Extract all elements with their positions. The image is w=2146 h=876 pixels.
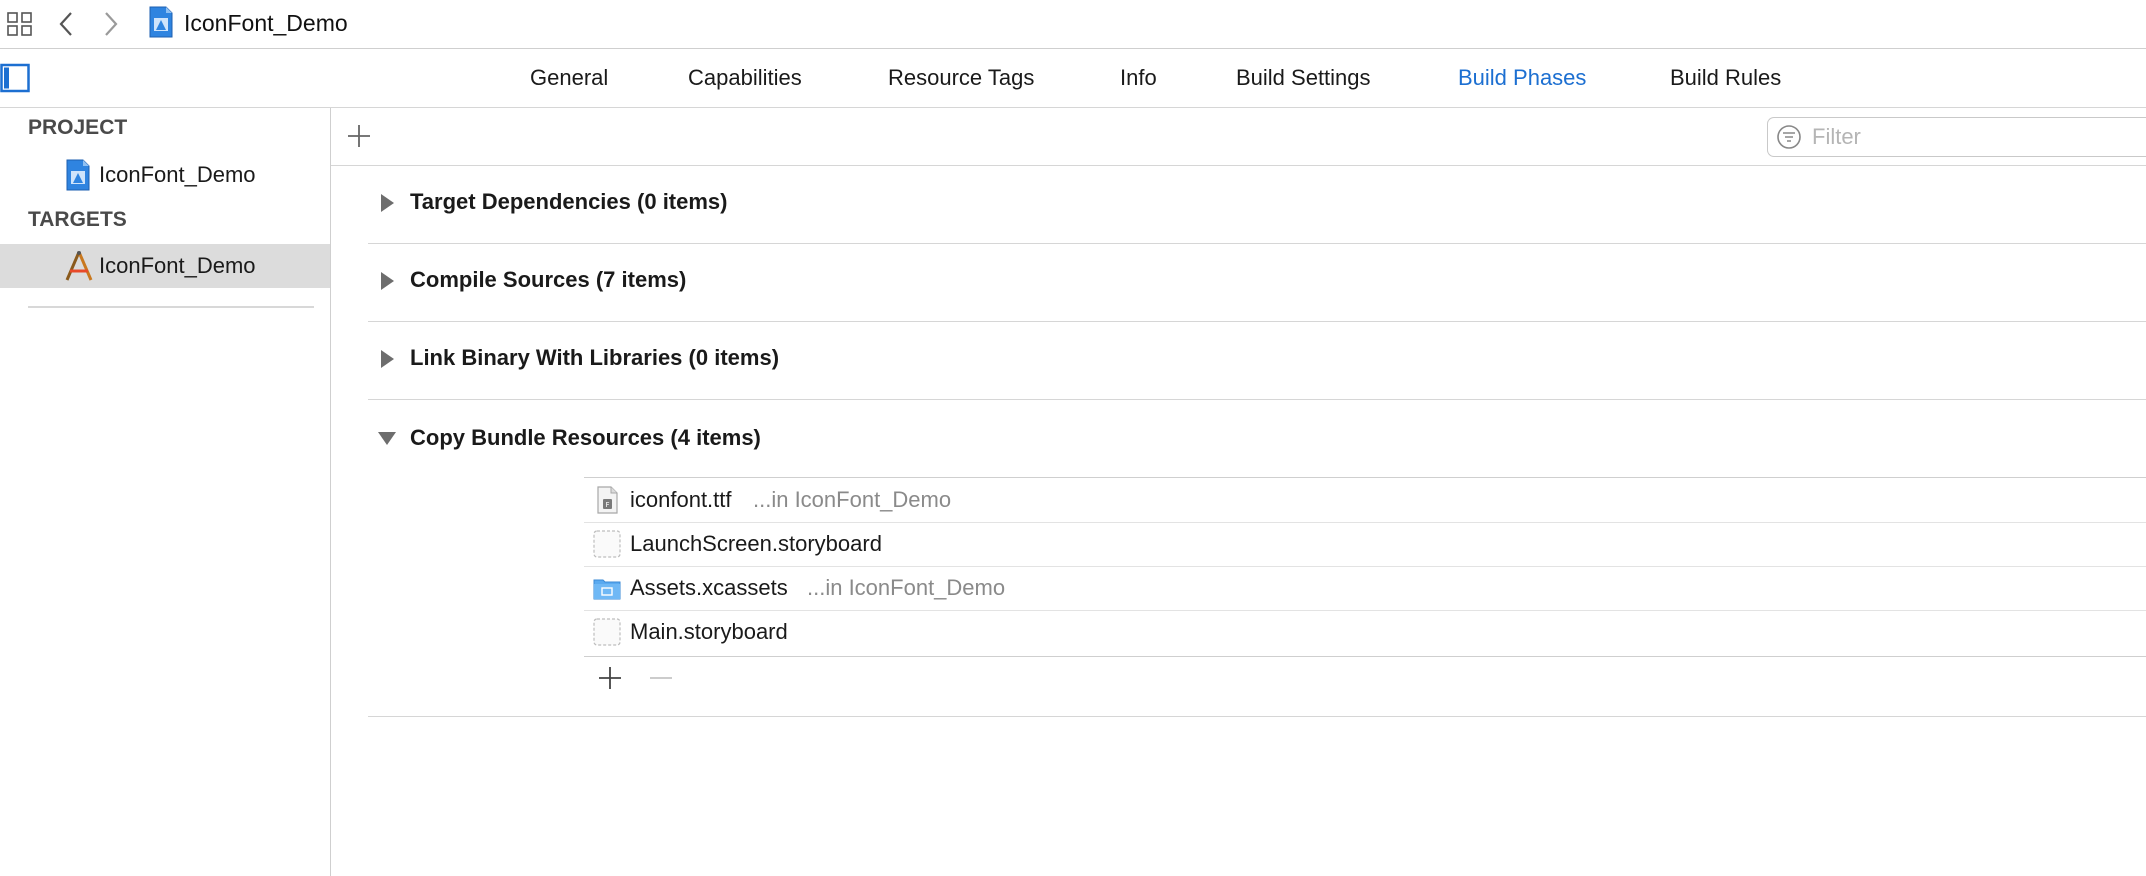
filter-icon <box>1776 124 1802 150</box>
resource-location: ...in IconFont_Demo <box>807 575 1006 600</box>
phase-name: Copy Bundle Resources <box>410 425 665 450</box>
app-target-icon <box>64 250 93 282</box>
tab-capabilities[interactable]: Capabilities <box>688 63 802 93</box>
related-items-grid-icon[interactable] <box>6 10 34 38</box>
add-build-phase-button[interactable] <box>345 122 373 150</box>
storyboard-icon <box>592 529 622 559</box>
sidebar-item-project[interactable]: IconFont_Demo <box>0 153 330 197</box>
tab-build-phases[interactable]: Build Phases <box>1458 63 1586 93</box>
jump-bar-title[interactable]: IconFont_Demo <box>184 8 348 38</box>
xcode-project-icon <box>64 159 92 191</box>
phase-count: (4 items) <box>670 425 761 450</box>
svg-text:F: F <box>605 501 609 509</box>
resources-table: F iconfont.ttf ...in IconFont_Demo Launc… <box>584 477 2146 657</box>
sidebar-toggle-icon[interactable] <box>0 63 30 93</box>
table-row[interactable]: Main.storyboard <box>584 610 2146 654</box>
tab-resource-tags[interactable]: Resource Tags <box>888 63 1034 93</box>
editor-tab-bar: General Capabilities Resource Tags Info … <box>0 49 2146 108</box>
sidebar-item-label: IconFont_Demo <box>99 162 256 187</box>
phase-title: Link Binary With Libraries (0 items) <box>410 343 779 373</box>
filter-field[interactable] <box>1767 117 2146 157</box>
phase-link-binary-with-libraries[interactable]: Link Binary With Libraries (0 items) <box>368 321 2146 400</box>
table-row[interactable]: LaunchScreen.storyboard <box>584 522 2146 567</box>
disclosure-triangle-icon[interactable] <box>378 192 396 214</box>
xcode-project-icon <box>148 6 174 38</box>
tab-build-rules[interactable]: Build Rules <box>1670 63 1781 93</box>
filter-input[interactable] <box>1810 120 2144 154</box>
tab-general[interactable]: General <box>530 63 608 93</box>
sidebar-divider <box>28 306 314 308</box>
tab-info[interactable]: Info <box>1120 63 1157 93</box>
phase-compile-sources[interactable]: Compile Sources (7 items) <box>368 243 2146 322</box>
remove-resource-button[interactable] <box>647 664 675 692</box>
disclosure-triangle-expanded-icon[interactable] <box>376 429 398 447</box>
tab-build-settings[interactable]: Build Settings <box>1236 63 1371 93</box>
phase-name: Target Dependencies <box>410 189 631 214</box>
build-phases-toolbar <box>331 108 2146 166</box>
disclosure-triangle-icon[interactable] <box>378 270 396 292</box>
project-target-sidebar: PROJECT IconFont_Demo TARGETS IconFont_D… <box>0 108 331 876</box>
resource-name: LaunchScreen.storyboard <box>630 531 882 556</box>
phase-count: (0 items) <box>637 189 728 214</box>
sidebar-item-label: IconFont_Demo <box>99 253 256 278</box>
disclosure-triangle-icon[interactable] <box>378 348 396 370</box>
forward-chevron-icon[interactable] <box>99 4 123 44</box>
phase-title: Target Dependencies (0 items) <box>410 187 728 217</box>
phase-count: (7 items) <box>595 267 687 292</box>
resource-name: iconfont.ttf <box>630 487 732 512</box>
folder-icon <box>592 573 622 603</box>
resource-name: Assets.xcassets <box>630 575 788 600</box>
resource-location: ...in IconFont_Demo <box>753 487 952 512</box>
phase-target-dependencies[interactable]: Target Dependencies (0 items) <box>368 165 2146 244</box>
phase-count: (0 items) <box>688 345 780 370</box>
sidebar-item-target[interactable]: IconFont_Demo <box>0 244 330 288</box>
back-chevron-icon[interactable] <box>54 4 78 44</box>
jump-bar: IconFont_Demo <box>0 0 2146 49</box>
phase-name: Compile Sources <box>410 267 590 292</box>
font-file-icon: F <box>592 485 622 515</box>
phase-name: Link Binary With Libraries <box>410 345 683 370</box>
storyboard-icon <box>592 617 622 647</box>
project-section-header: PROJECT <box>28 116 128 139</box>
table-row[interactable]: F iconfont.ttf ...in IconFont_Demo <box>584 478 2146 523</box>
phase-title: Compile Sources (7 items) <box>410 265 686 295</box>
add-resource-button[interactable] <box>596 664 624 692</box>
phase-title: Copy Bundle Resources (4 items) <box>410 423 761 453</box>
resource-name: Main.storyboard <box>630 619 788 644</box>
table-row[interactable]: Assets.xcassets ...in IconFont_Demo <box>584 566 2146 611</box>
targets-section-header: TARGETS <box>28 208 127 231</box>
